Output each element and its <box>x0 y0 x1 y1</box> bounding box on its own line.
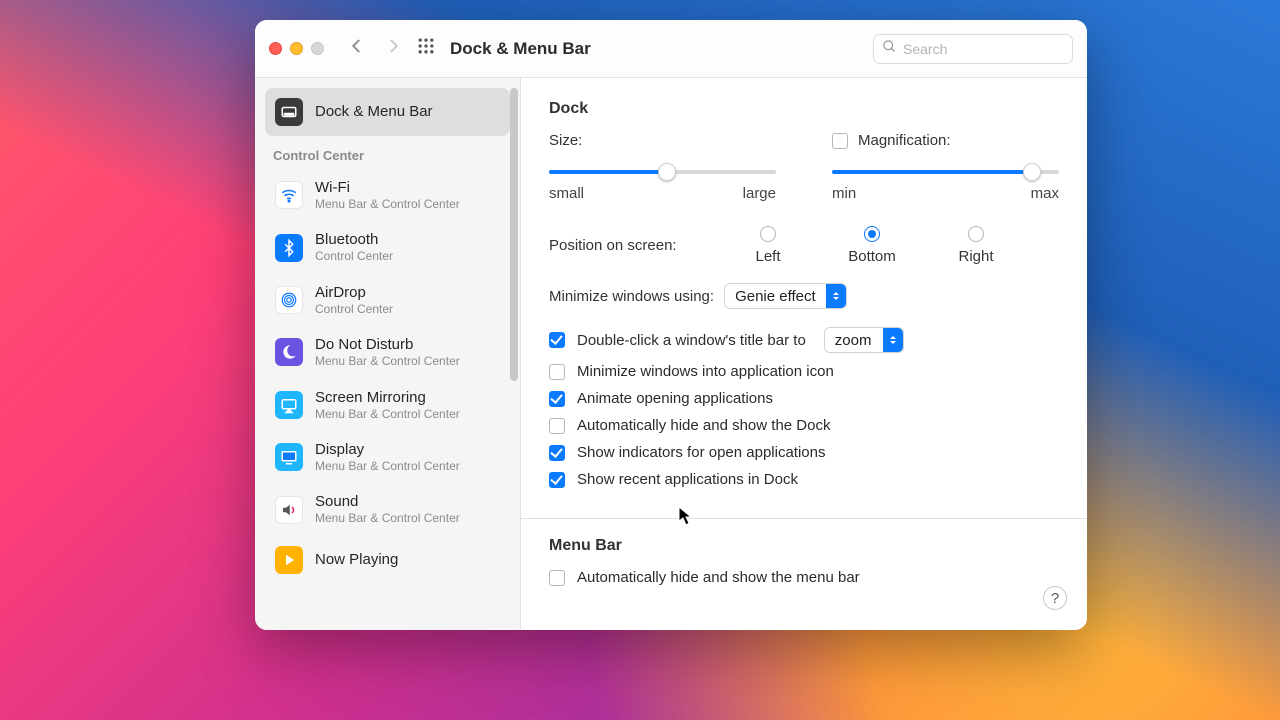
nav-arrows <box>348 37 402 60</box>
screen-mirroring-icon <box>275 391 303 419</box>
size-slider[interactable] <box>549 163 776 181</box>
dock-icon <box>275 98 303 126</box>
content-pane: Dock Size: smalllarge Magnification: <box>521 78 1087 630</box>
sidebar-item-display[interactable]: DisplayMenu Bar & Control Center <box>265 431 510 483</box>
size-label: Size: <box>549 132 582 149</box>
speaker-icon <box>275 496 303 524</box>
indicators-checkbox[interactable] <box>549 445 565 461</box>
minimize-using-popup[interactable]: Genie effect <box>724 283 847 309</box>
sidebar-item-dnd[interactable]: Do Not DisturbMenu Bar & Control Center <box>265 326 510 378</box>
minimize-window-button[interactable] <box>290 42 303 55</box>
search-input[interactable] <box>903 41 1064 57</box>
window-title: Dock & Menu Bar <box>450 39 591 59</box>
autohide-dock-checkbox[interactable] <box>549 418 565 434</box>
minimize-into-icon-checkbox[interactable] <box>549 364 565 380</box>
divider <box>521 518 1087 519</box>
wifi-icon <box>275 181 303 209</box>
search-field[interactable] <box>873 34 1073 64</box>
sidebar-item-screen-mirroring[interactable]: Screen MirroringMenu Bar & Control Cente… <box>265 379 510 431</box>
sidebar-item-bluetooth[interactable]: BluetoothControl Center <box>265 221 510 273</box>
sidebar-item-wifi[interactable]: Wi-FiMenu Bar & Control Center <box>265 169 510 221</box>
close-window-button[interactable] <box>269 42 282 55</box>
sidebar-section-header: Control Center <box>265 136 510 169</box>
recent-apps-checkbox[interactable] <box>549 472 565 488</box>
play-icon <box>275 546 303 574</box>
chevron-updown-icon <box>883 328 903 352</box>
bluetooth-icon <box>275 234 303 262</box>
sidebar-item-airdrop[interactable]: AirDropControl Center <box>265 274 510 326</box>
help-button[interactable]: ? <box>1043 586 1067 610</box>
sidebar-item-now-playing[interactable]: Now Playing <box>265 536 510 584</box>
position-label: Position on screen: <box>549 237 699 254</box>
zoom-window-button[interactable] <box>311 42 324 55</box>
window-controls <box>269 42 324 55</box>
sidebar-scrollbar[interactable] <box>510 88 518 620</box>
position-right-radio[interactable] <box>968 226 984 242</box>
menubar-heading: Menu Bar <box>549 537 1059 555</box>
mouse-cursor <box>678 506 692 526</box>
sidebar: Dock & Menu Bar Control Center Wi-FiMenu… <box>255 78 521 630</box>
airdrop-icon <box>275 286 303 314</box>
moon-icon <box>275 338 303 366</box>
search-icon <box>882 39 897 59</box>
doubleclick-action-popup[interactable]: zoom <box>824 327 904 353</box>
magnification-label: Magnification: <box>858 132 951 149</box>
forward-button[interactable] <box>384 37 402 60</box>
display-icon <box>275 443 303 471</box>
minimize-using-label: Minimize windows using: <box>549 288 714 305</box>
dock-heading: Dock <box>549 100 1059 118</box>
magnification-slider[interactable] <box>832 163 1059 181</box>
preferences-window: Dock & Menu Bar Dock & Menu Bar Control … <box>255 20 1087 630</box>
animate-opening-checkbox[interactable] <box>549 391 565 407</box>
sidebar-item-label: Dock & Menu Bar <box>315 103 433 121</box>
position-left-radio[interactable] <box>760 226 776 242</box>
sidebar-item-dock-menu-bar[interactable]: Dock & Menu Bar <box>265 88 510 136</box>
back-button[interactable] <box>348 37 366 60</box>
doubleclick-checkbox[interactable] <box>549 332 565 348</box>
autohide-menubar-checkbox[interactable] <box>549 570 565 586</box>
magnification-checkbox[interactable] <box>832 133 848 149</box>
position-bottom-radio[interactable] <box>864 226 880 242</box>
titlebar: Dock & Menu Bar <box>255 20 1087 78</box>
sidebar-item-sound[interactable]: SoundMenu Bar & Control Center <box>265 483 510 535</box>
chevron-updown-icon <box>826 284 846 308</box>
show-all-icon[interactable] <box>416 36 436 61</box>
